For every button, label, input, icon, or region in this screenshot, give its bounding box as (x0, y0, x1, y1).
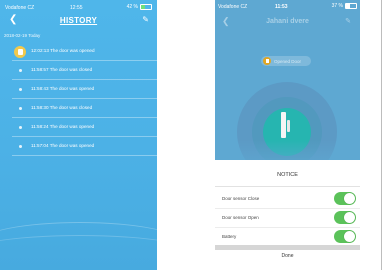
notice-label: Battery (222, 234, 237, 239)
device-title: Jahani dvere (266, 18, 309, 25)
history-event-row[interactable]: 11:58:43 The door was opened (12, 80, 157, 99)
battery-indicator: 37 % (332, 3, 357, 9)
notice-label: Door sensor Close (222, 196, 260, 201)
sheet-separator (215, 245, 360, 250)
timeline-dot-icon (19, 145, 22, 148)
device-header: ❮ Jahani dvere ✎ (215, 14, 360, 30)
battery-percent: 42 % (126, 4, 138, 10)
history-event-row[interactable]: 11:58:57 The door was closed (12, 61, 157, 80)
history-screen: Vodafone CZ 12:55 42 % ❮ HISTORY ✎ 2018-… (0, 0, 157, 270)
notice-toggle[interactable] (334, 230, 356, 243)
clock-label: 11:53 (275, 4, 288, 10)
timeline-dot-icon (19, 69, 22, 72)
status-bar: Vodafone CZ 11:53 37 % (215, 2, 360, 12)
lock-icon (263, 57, 271, 65)
battery-icon (140, 4, 152, 10)
door-status-label: Opened Door (274, 58, 302, 64)
history-event-text: 11:58:43 The door was opened (31, 86, 95, 91)
notice-title: NOTICE (277, 172, 298, 178)
status-bar: Vodafone CZ 12:55 42 % (0, 2, 157, 12)
notice-toggle[interactable] (334, 211, 356, 224)
door-status-chip: Opened Door (261, 56, 311, 66)
notice-toggle[interactable] (334, 192, 356, 205)
history-event-text: 11:57:04 The door was opened (31, 143, 95, 148)
history-event-row[interactable]: 11:57:04 The door was opened (12, 137, 157, 156)
done-button[interactable]: Done (215, 253, 360, 259)
notice-row: Battery (215, 226, 360, 247)
history-event-text: 11:58:24 The door was opened (31, 124, 95, 129)
timeline-dot-icon (19, 126, 22, 129)
carrier-label: Vodafone CZ (5, 5, 35, 11)
battery-indicator: 42 % (127, 4, 152, 10)
battery-icon (345, 3, 357, 9)
carrier-label: Vodafone CZ (218, 4, 248, 10)
page-title: HISTORY (59, 16, 98, 25)
timeline-dot-icon (19, 88, 22, 91)
history-event-row[interactable]: 11:58:24 The door was opened (12, 118, 157, 137)
history-event-text: 11:58:30 The door was closed (31, 105, 93, 110)
clock-label: 12:55 (70, 5, 83, 11)
history-header: ❮ HISTORY ✎ (0, 12, 157, 28)
battery-percent: 37 % (331, 3, 343, 9)
door-sensor-icon (281, 112, 286, 138)
history-event-text: 12:02:13 The door was opened (31, 48, 95, 53)
date-label: 2018-02-19 Today (4, 33, 41, 38)
history-event-text: 11:58:57 The door was closed (31, 67, 93, 72)
notice-row: Door sensor Open (215, 207, 360, 228)
notice-label: Door sensor Open (222, 215, 259, 220)
decorative-wave (0, 235, 157, 270)
divider (215, 186, 360, 187)
notice-row: Door sensor Close (215, 188, 360, 209)
history-event-row[interactable]: 11:58:30 The door was closed (12, 99, 157, 118)
pencil-icon[interactable]: ✎ (345, 17, 351, 25)
pencil-icon[interactable]: ✎ (142, 15, 149, 24)
history-event-row[interactable]: 12:02:13 The door was opened (12, 42, 157, 61)
sensor-magnet-icon (287, 120, 290, 132)
device-screen: Vodafone CZ 11:53 37 % ❮ Jahani dvere ✎ … (215, 0, 360, 270)
screenshot-canvas: Vodafone CZ 12:55 42 % ❮ HISTORY ✎ 2018-… (0, 0, 382, 270)
timeline-dot-icon (19, 107, 22, 110)
device-visual-area: Vodafone CZ 11:53 37 % ❮ Jahani dvere ✎ … (215, 0, 360, 160)
door-open-icon (14, 46, 26, 58)
